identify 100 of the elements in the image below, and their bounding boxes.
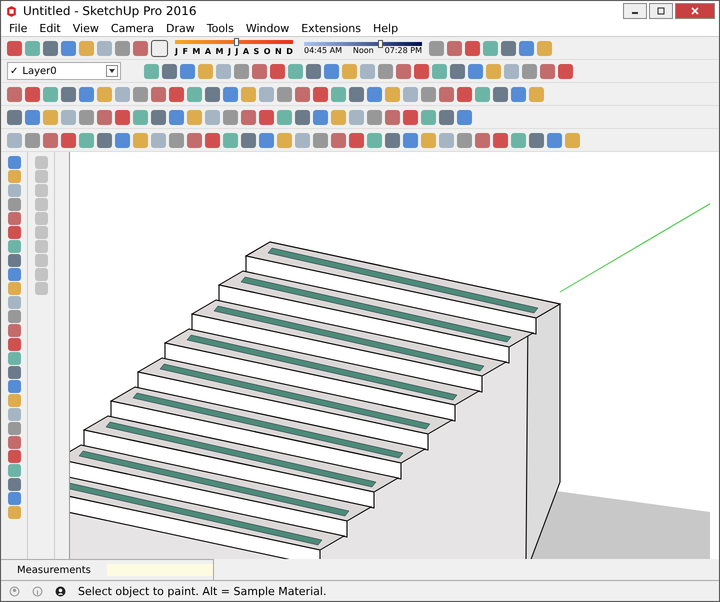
toolbar-icon[interactable] xyxy=(540,64,555,78)
toolbar-icon[interactable] xyxy=(97,132,112,148)
tool-icon[interactable] xyxy=(34,240,48,253)
toolbar-icon[interactable] xyxy=(558,64,573,78)
tool-icon[interactable] xyxy=(8,268,20,281)
toolbar-icon[interactable] xyxy=(223,86,238,102)
tool-icon[interactable] xyxy=(34,170,48,183)
toolbar-icon[interactable] xyxy=(313,110,328,124)
toolbar-icon[interactable] xyxy=(169,110,184,124)
toolbar-icon[interactable] xyxy=(61,40,76,56)
toolbar-icon[interactable] xyxy=(205,86,220,102)
menu-item[interactable]: Draw xyxy=(166,22,195,35)
toolbar-icon[interactable] xyxy=(519,40,534,56)
tool-icon[interactable] xyxy=(8,170,20,183)
tool-icon[interactable] xyxy=(34,282,48,295)
toolbar-icon[interactable] xyxy=(43,132,58,148)
toolbar-icon[interactable] xyxy=(529,132,544,148)
toolbar-icon[interactable] xyxy=(25,110,40,124)
tool-icon[interactable] xyxy=(34,212,48,225)
toolbar-icon[interactable] xyxy=(79,86,94,102)
toolbar-icon[interactable] xyxy=(295,86,310,102)
tool-icon[interactable] xyxy=(8,212,20,225)
toolbar-icon[interactable] xyxy=(115,132,130,148)
toolbar-icon[interactable] xyxy=(7,86,22,102)
toolbar-icon[interactable] xyxy=(180,64,195,78)
layer-dropdown[interactable]: ✓ Layer0 xyxy=(7,62,121,80)
maximize-button[interactable] xyxy=(649,3,673,19)
tool-icon[interactable] xyxy=(8,310,20,323)
tool-icon[interactable] xyxy=(8,492,20,505)
toolbar-icon[interactable] xyxy=(439,86,454,102)
toolbar-icon[interactable] xyxy=(493,132,508,148)
tool-icon[interactable] xyxy=(34,198,48,211)
tool-icon[interactable] xyxy=(8,394,20,407)
user-icon[interactable] xyxy=(55,586,66,596)
slider-thumb[interactable] xyxy=(378,40,384,48)
tool-icon[interactable] xyxy=(8,422,20,435)
toolbar-icon[interactable] xyxy=(511,86,526,102)
tool-icon[interactable] xyxy=(8,338,20,351)
toolbar-icon[interactable] xyxy=(61,132,76,148)
toolbar-icon[interactable] xyxy=(241,110,256,124)
toolbar-icon[interactable] xyxy=(151,110,166,124)
toolbar-icon[interactable] xyxy=(252,64,267,78)
toolbar-icon[interactable] xyxy=(457,110,472,124)
toolbar-icon[interactable] xyxy=(475,132,490,148)
menu-item[interactable]: Extensions xyxy=(301,22,361,35)
toolbar-icon[interactable] xyxy=(133,40,148,56)
toolbar-icon[interactable] xyxy=(501,40,516,56)
model-viewport[interactable] xyxy=(69,152,719,559)
slider-thumb[interactable] xyxy=(234,38,239,46)
toolbar-icon[interactable] xyxy=(324,64,339,78)
toolbar-icon[interactable] xyxy=(151,86,166,102)
toolbar-icon[interactable] xyxy=(97,110,112,124)
close-button[interactable] xyxy=(675,3,715,19)
toolbar-icon[interactable] xyxy=(385,132,400,148)
toolbar-icon[interactable] xyxy=(403,132,418,148)
menu-item[interactable]: Help xyxy=(372,22,398,35)
menu-item[interactable]: Window xyxy=(246,22,290,35)
menu-item[interactable]: Edit xyxy=(39,22,61,35)
toolbar-icon[interactable] xyxy=(295,110,310,124)
time-slider[interactable] xyxy=(304,42,422,46)
minimize-button[interactable] xyxy=(623,3,647,19)
tool-icon[interactable] xyxy=(34,268,48,281)
toolbar-icon[interactable] xyxy=(25,86,40,102)
toolbar-icon[interactable] xyxy=(306,64,321,78)
toolbar-icon[interactable] xyxy=(259,110,274,124)
toolbar-icon[interactable] xyxy=(313,86,328,102)
measurements-field[interactable] xyxy=(106,564,213,576)
toolbar-icon[interactable] xyxy=(547,132,562,148)
toolbar-icon[interactable] xyxy=(468,64,483,78)
toolbar-icon[interactable] xyxy=(493,86,508,102)
toolbar-icon[interactable] xyxy=(162,64,177,78)
tool-icon[interactable] xyxy=(8,478,20,491)
toolbar-icon[interactable] xyxy=(465,40,480,56)
tool-icon[interactable] xyxy=(8,380,20,393)
toolbar-icon[interactable] xyxy=(241,132,256,148)
tool-icon[interactable] xyxy=(34,184,48,197)
toolbar-icon[interactable] xyxy=(414,64,429,78)
info-icon[interactable] xyxy=(32,586,43,596)
tool-icon[interactable] xyxy=(8,226,20,239)
toolbar-icon[interactable] xyxy=(349,86,364,102)
toolbar-icon[interactable] xyxy=(187,132,202,148)
tool-icon[interactable] xyxy=(8,198,20,211)
menu-item[interactable]: View xyxy=(72,22,99,35)
toolbar-icon[interactable] xyxy=(151,40,168,56)
tool-icon[interactable] xyxy=(8,506,20,519)
tool-icon[interactable] xyxy=(8,366,20,379)
toolbar-icon[interactable] xyxy=(205,132,220,148)
tool-icon[interactable] xyxy=(8,282,20,295)
toolbar-icon[interactable] xyxy=(270,64,285,78)
toolbar-icon[interactable] xyxy=(385,110,400,124)
toolbar-icon[interactable] xyxy=(457,86,472,102)
tool-icon[interactable] xyxy=(8,240,20,253)
toolbar-icon[interactable] xyxy=(403,110,418,124)
tool-icon[interactable] xyxy=(8,184,20,197)
toolbar-icon[interactable] xyxy=(447,40,462,56)
toolbar-icon[interactable] xyxy=(331,132,346,148)
toolbar-icon[interactable] xyxy=(61,86,76,102)
tool-icon[interactable] xyxy=(34,226,48,239)
tool-icon[interactable] xyxy=(8,436,20,449)
toolbar-icon[interactable] xyxy=(43,40,58,56)
